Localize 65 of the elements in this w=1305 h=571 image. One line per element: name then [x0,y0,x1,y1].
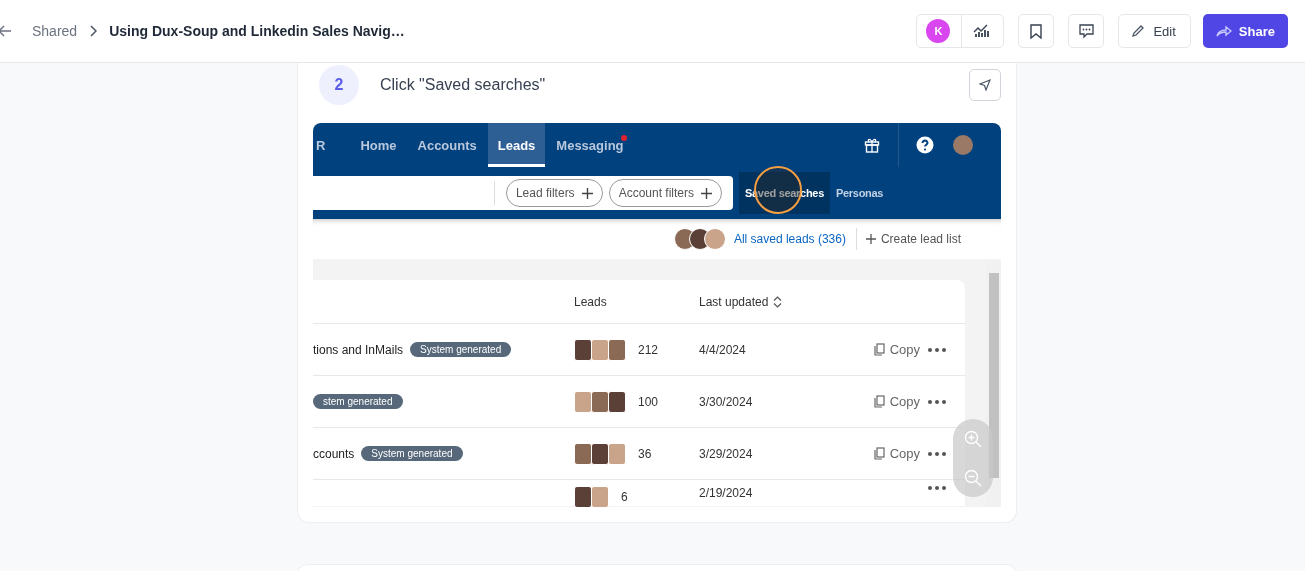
copy-button[interactable]: Copy [873,394,920,409]
plus-icon [865,234,876,244]
share-arrow-icon [1215,25,1232,37]
saved-leads-link[interactable]: All saved leads (336) [733,232,846,246]
copy-icon [873,447,885,460]
bar-chart-icon[interactable] [973,24,990,38]
edit-button[interactable]: Edit [1118,14,1191,48]
plus-icon [581,187,593,199]
guide-title: Using Dux-Soup and Linkedin Sales Navig… [109,23,405,39]
updated-date: 4/4/2024 [699,342,747,357]
column-header: Leads [574,294,608,309]
nav-tab[interactable]: Accounts [407,123,487,167]
lead-avatars [574,390,625,413]
breadcrumb-link[interactable]: Shared [32,23,78,39]
lead-avatars [574,442,625,465]
nav-tab[interactable]: Messaging [546,123,634,167]
sort-icon [773,295,783,308]
profile-avatar[interactable] [953,135,973,155]
pencil-icon [1131,24,1146,38]
bookmark-button[interactable] [1018,14,1055,48]
more-icon[interactable] [928,347,946,352]
column-header[interactable]: Last updated [699,294,946,309]
more-icon[interactable] [928,451,946,456]
filter-button[interactable]: Account filters [608,179,722,207]
nav-tab[interactable]: Home [350,123,407,167]
copy-icon [873,343,885,356]
nav-tab[interactable]: Leads [487,123,546,167]
speech-bubble-icon [1078,23,1094,39]
updated-date: 2/19/2024 [699,486,754,500]
navigate-button[interactable] [969,69,1001,101]
search-bar[interactable]: Lead filters Account filters [313,176,733,210]
saved-tab[interactable]: Personas [830,172,890,214]
step-number: 2 [319,65,359,105]
plus-icon [701,187,712,199]
system-generated-tag: System generated [361,446,463,461]
copy-icon [873,395,885,408]
updated-date: 3/29/2024 [699,446,754,461]
step-instruction: Click "Saved searches" [380,76,546,94]
copy-button[interactable]: Copy [873,342,920,357]
user-avatar[interactable]: K [926,19,951,43]
nav-tab[interactable]: R [313,123,336,167]
comment-button[interactable] [1068,14,1105,48]
lead-avatars [673,228,726,250]
system-generated-tag: stem generated [313,394,403,409]
lead-count: 212 [638,342,659,357]
back-arrow-icon[interactable] [0,25,12,37]
send-arrow-icon [979,79,991,91]
more-icon[interactable] [928,486,946,490]
gift-icon[interactable] [864,137,880,153]
filter-button[interactable]: Lead filters [505,179,603,207]
lead-count: 6 [621,490,628,504]
help-icon[interactable] [916,136,934,154]
lead-count: 36 [638,446,652,461]
create-list-button[interactable]: Create lead list [865,232,961,246]
updated-date: 3/30/2024 [699,394,754,409]
search-name[interactable]: tions and InMails [313,342,404,357]
search-name[interactable]: ccounts [313,446,355,461]
copy-button[interactable]: Copy [873,446,920,461]
system-generated-tag: System generated [410,342,512,357]
share-button[interactable]: Share [1202,14,1288,48]
bookmark-icon [1030,23,1043,39]
lead-count: 100 [638,394,659,409]
lead-avatars [574,338,625,361]
chevron-right-icon [89,25,98,37]
more-icon[interactable] [928,399,946,404]
